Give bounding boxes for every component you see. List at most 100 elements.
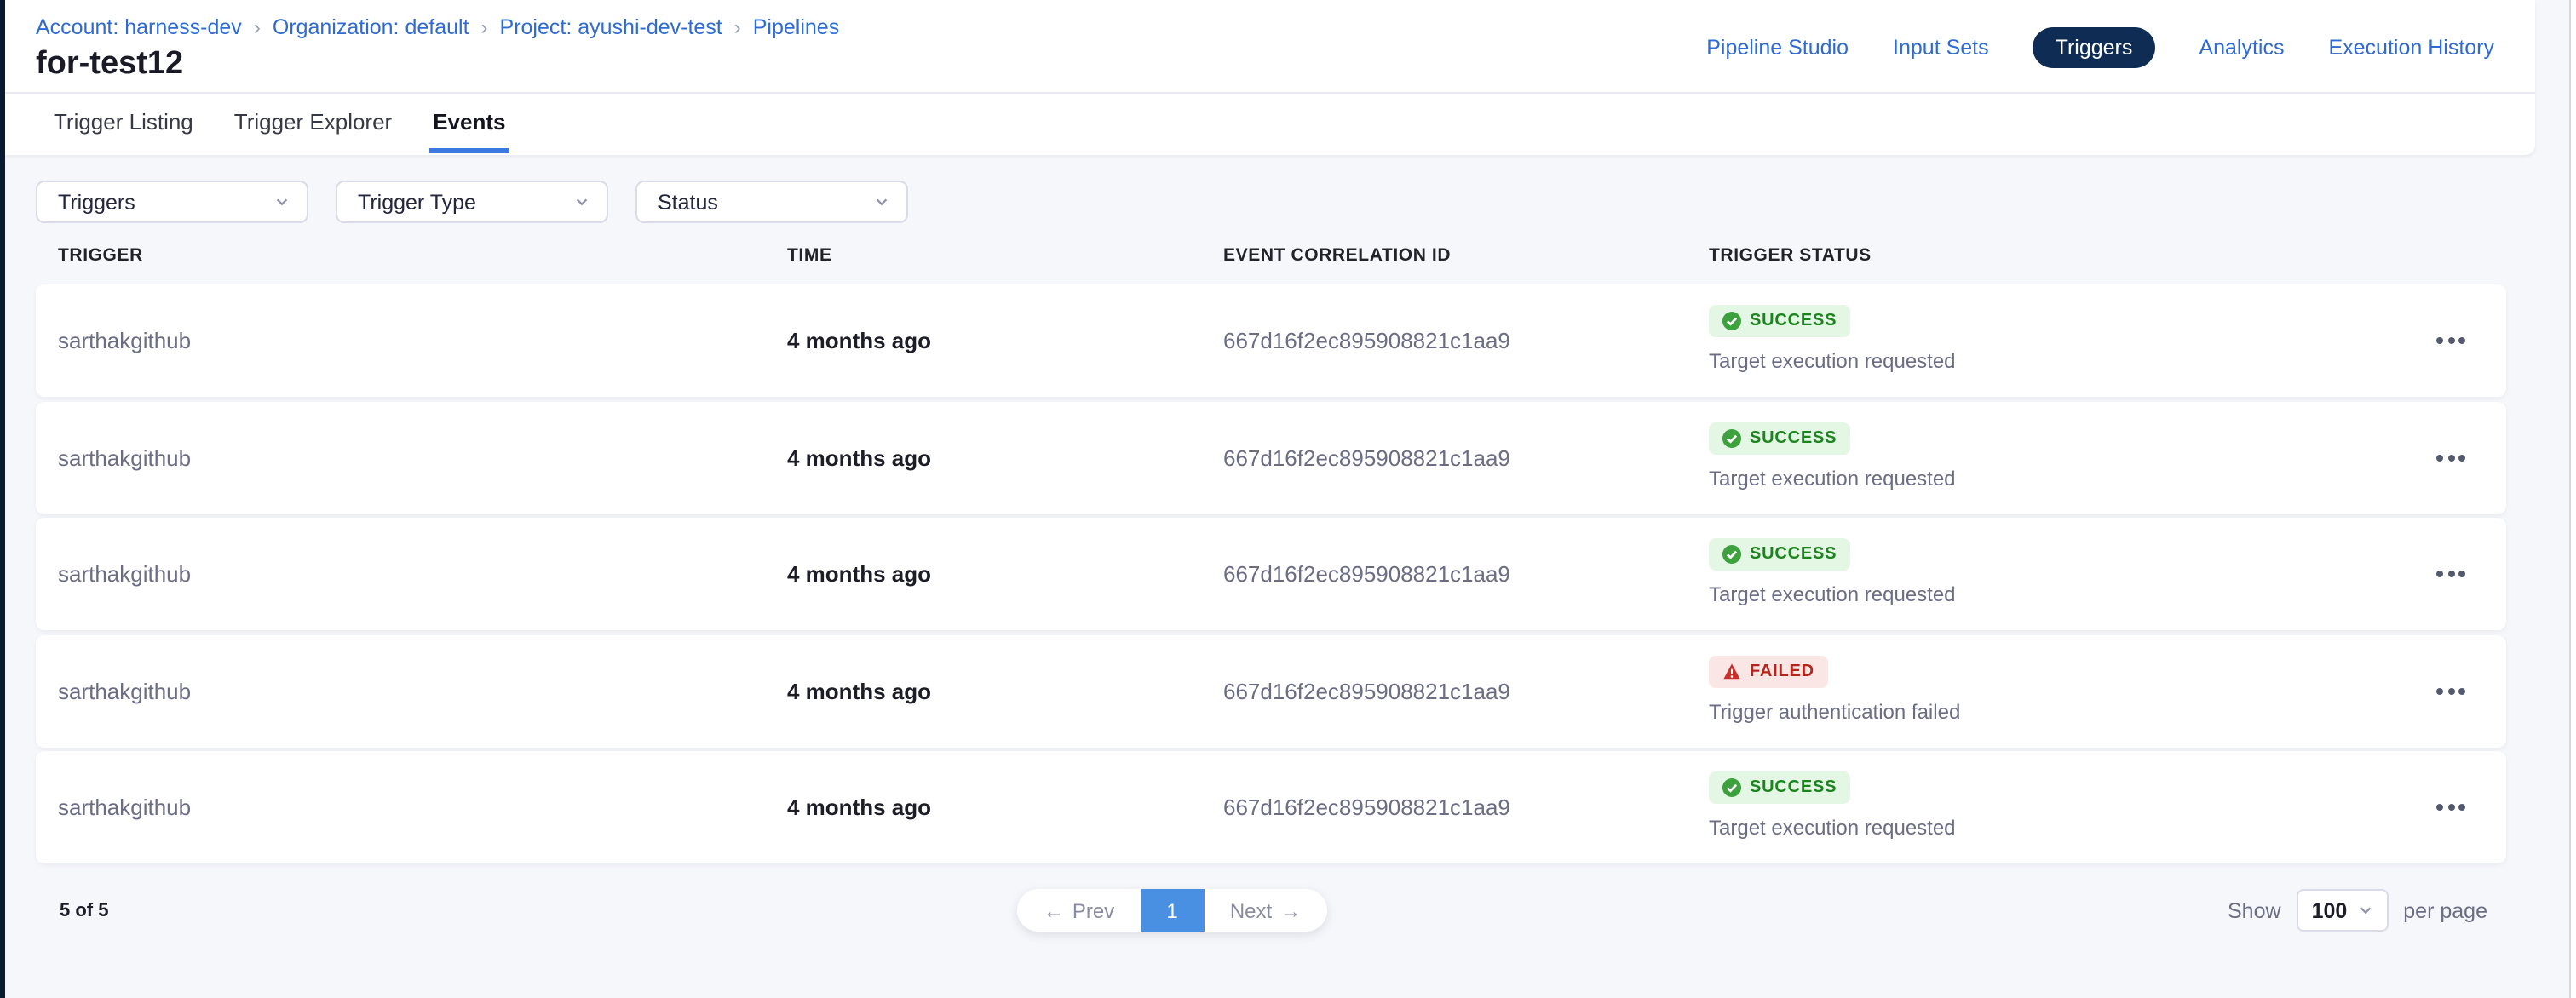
breadcrumb-separator-icon: › <box>242 15 273 39</box>
triggers-filter-label: Triggers <box>58 190 135 214</box>
column-header-trigger: TRIGGER <box>58 245 143 266</box>
chevron-down-icon <box>874 194 889 209</box>
column-header-event-correlation-id: EVENT CORRELATION ID <box>1223 245 1451 266</box>
trigger-status-cell: SUCCESS Target execution requested <box>1709 305 1956 373</box>
pager: ← Prev 1 Next → <box>1017 889 1327 932</box>
table-row: sarthakgithub 4 months ago 667d16f2ec895… <box>36 751 2506 863</box>
trigger-type-filter-dropdown[interactable]: Trigger Type <box>336 181 608 223</box>
status-detail: Trigger authentication failed <box>1709 699 1960 723</box>
chevron-down-icon <box>574 194 589 209</box>
check-circle-icon <box>1722 428 1741 447</box>
vertical-scrollbar[interactable] <box>2569 0 2576 998</box>
breadcrumb-separator-icon: › <box>469 15 500 39</box>
status-badge: SUCCESS <box>1709 771 1850 804</box>
collapsed-sidebar-strip <box>0 0 4 998</box>
chevron-down-icon <box>2357 903 2372 918</box>
row-options-button[interactable] <box>2429 327 2472 354</box>
show-label: Show <box>2228 898 2281 922</box>
row-options-button[interactable] <box>2429 444 2472 471</box>
current-page-button[interactable]: 1 <box>1141 889 1204 932</box>
breadcrumb-separator-icon: › <box>722 15 753 39</box>
tab-events[interactable]: Events <box>429 94 509 153</box>
triggers-filter-dropdown[interactable]: Triggers <box>36 181 308 223</box>
table-row: sarthakgithub 4 months ago 667d16f2ec895… <box>36 401 2506 513</box>
prev-label: Prev <box>1072 898 1114 922</box>
next-label: Next <box>1230 898 1272 922</box>
event-correlation-id: 667d16f2ec895908821c1aa9 <box>1223 794 1510 820</box>
status-label: SUCCESS <box>1750 428 1837 447</box>
event-time: 4 months ago <box>787 794 931 820</box>
trigger-status-cell: SUCCESS Target execution requested <box>1709 538 1956 606</box>
page-size-controls: Show 100 per page <box>2228 889 2487 932</box>
app-window: Account: harness-dev › Organization: def… <box>0 0 2576 998</box>
event-time: 4 months ago <box>787 561 931 587</box>
page-size-value: 100 <box>2312 898 2348 922</box>
prev-page-button[interactable]: ← Prev <box>1017 889 1141 932</box>
table-row: sarthakgithub 4 months ago 667d16f2ec895… <box>36 284 2506 397</box>
breadcrumb-account[interactable]: Account: harness-dev <box>36 15 242 39</box>
arrow-right-icon: → <box>1280 898 1301 922</box>
trigger-name: sarthakgithub <box>58 794 191 820</box>
status-detail: Target execution requested <box>1709 349 1956 373</box>
status-detail: Target execution requested <box>1709 582 1956 606</box>
tab-trigger-listing[interactable]: Trigger Listing <box>50 94 197 153</box>
page-header: Account: harness-dev › Organization: def… <box>4 0 2535 155</box>
pipeline-nav: Pipeline Studio Input Sets Triggers Anal… <box>1706 27 2494 68</box>
check-circle-icon <box>1722 778 1741 797</box>
event-time: 4 months ago <box>787 678 931 703</box>
breadcrumb-project[interactable]: Project: ayushi-dev-test <box>500 15 722 39</box>
row-options-button[interactable] <box>2429 677 2472 704</box>
nav-input-sets[interactable]: Input Sets <box>1893 36 1989 60</box>
per-page-label: per page <box>2403 898 2487 922</box>
trigger-name: sarthakgithub <box>58 328 191 353</box>
status-filter-label: Status <box>658 190 718 214</box>
trigger-type-filter-label: Trigger Type <box>358 190 476 214</box>
tab-trigger-explorer[interactable]: Trigger Explorer <box>231 94 395 153</box>
nav-pipeline-studio[interactable]: Pipeline Studio <box>1706 36 1849 60</box>
column-header-trigger-status: TRIGGER STATUS <box>1709 245 1872 266</box>
warning-triangle-icon <box>1722 662 1741 680</box>
nav-execution-history[interactable]: Execution History <box>2328 36 2494 60</box>
filter-bar: Triggers Trigger Type Status <box>36 181 2576 223</box>
pagination-summary: 5 of 5 <box>60 901 108 921</box>
status-label: SUCCESS <box>1750 778 1837 797</box>
header-top: Account: harness-dev › Organization: def… <box>4 0 2535 94</box>
status-label: SUCCESS <box>1750 312 1837 330</box>
nav-triggers[interactable]: Triggers <box>2033 27 2155 68</box>
arrow-left-icon: ← <box>1044 898 1064 922</box>
breadcrumb-organization[interactable]: Organization: default <box>273 15 469 39</box>
table-row: sarthakgithub 4 months ago 667d16f2ec895… <box>36 634 2506 747</box>
status-label: FAILED <box>1750 662 1814 680</box>
events-table: sarthakgithub 4 months ago 667d16f2ec895… <box>0 284 2576 863</box>
trigger-status-cell: SUCCESS Target execution requested <box>1709 422 1956 490</box>
status-badge: SUCCESS <box>1709 538 1850 571</box>
check-circle-icon <box>1722 312 1741 330</box>
table-row: sarthakgithub 4 months ago 667d16f2ec895… <box>36 518 2506 630</box>
status-badge: SUCCESS <box>1709 422 1850 454</box>
trigger-status-cell: SUCCESS Target execution requested <box>1709 771 1956 840</box>
event-time: 4 months ago <box>787 445 931 470</box>
status-badge: SUCCESS <box>1709 305 1850 337</box>
trigger-name: sarthakgithub <box>58 678 191 703</box>
chevron-down-icon <box>274 194 290 209</box>
status-filter-dropdown[interactable]: Status <box>635 181 908 223</box>
trigger-name: sarthakgithub <box>58 561 191 587</box>
trigger-name: sarthakgithub <box>58 445 191 470</box>
row-options-button[interactable] <box>2429 794 2472 821</box>
check-circle-icon <box>1722 545 1741 564</box>
event-correlation-id: 667d16f2ec895908821c1aa9 <box>1223 561 1510 587</box>
page-size-dropdown[interactable]: 100 <box>2297 889 2389 932</box>
nav-analytics[interactable]: Analytics <box>2199 36 2284 60</box>
table-header-row: TRIGGER TIME EVENT CORRELATION ID TRIGGE… <box>0 245 2576 269</box>
status-detail: Target execution requested <box>1709 816 1956 840</box>
row-options-button[interactable] <box>2429 560 2472 588</box>
trigger-tabbar: Trigger Listing Trigger Explorer Events <box>4 94 2535 153</box>
column-header-time: TIME <box>787 245 832 266</box>
pagination-bar: 5 of 5 ← Prev 1 Next → Show 100 per page <box>0 889 2576 974</box>
next-page-button[interactable]: Next → <box>1204 889 1327 932</box>
event-correlation-id: 667d16f2ec895908821c1aa9 <box>1223 445 1510 470</box>
status-badge: FAILED <box>1709 655 1828 687</box>
breadcrumb-pipelines[interactable]: Pipelines <box>753 15 839 39</box>
trigger-status-cell: FAILED Trigger authentication failed <box>1709 655 1960 723</box>
status-label: SUCCESS <box>1750 545 1837 564</box>
